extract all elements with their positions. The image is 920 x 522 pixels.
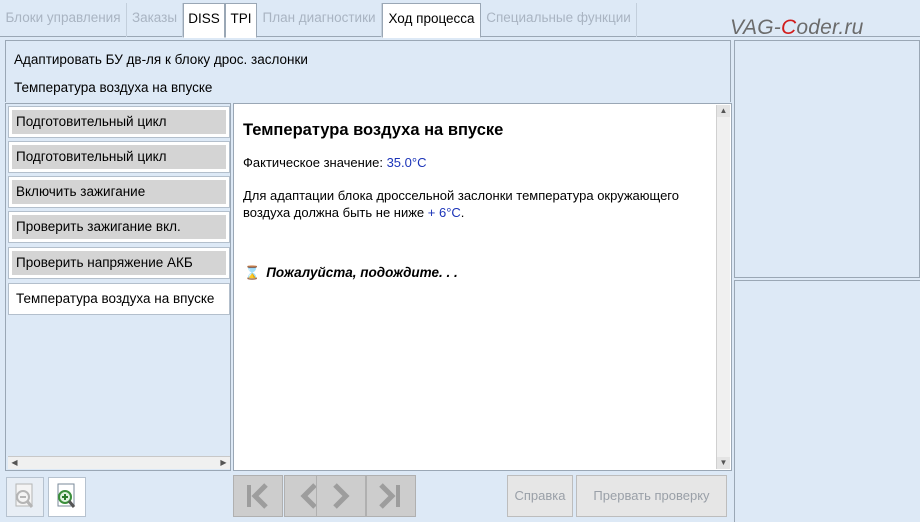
last-step-button[interactable] <box>366 475 416 517</box>
help-button[interactable]: Справка <box>507 475 573 517</box>
zoom-out-icon <box>15 483 34 508</box>
step-item[interactable]: Подготовительный цикл <box>8 141 230 173</box>
first-step-button[interactable] <box>233 475 283 517</box>
procedure-step-title: Температура воздуха на впуске <box>14 80 213 95</box>
instruction-end: . <box>460 205 465 220</box>
procedure-title: Адаптировать БУ дв-ля к блоку дрос. засл… <box>14 52 308 67</box>
right-panel-bottom <box>734 280 920 522</box>
next-step-button[interactable] <box>316 475 366 517</box>
scroll-right-icon[interactable]: ▶ <box>217 457 230 469</box>
step-label: Подготовительный цикл <box>12 145 226 169</box>
step-label: Подготовительный цикл <box>12 110 226 134</box>
watermark: VAG-Coder.ru <box>730 16 864 39</box>
step-item[interactable]: Проверить напряжение АКБ <box>8 247 230 279</box>
scroll-left-icon[interactable]: ◀ <box>8 457 21 469</box>
actual-value-label: Фактическое значение: <box>243 155 387 170</box>
wait-message: ⌛ Пожалуйста, подождите. . . <box>244 265 458 281</box>
zoom-in-button[interactable] <box>48 477 86 517</box>
tab-orders[interactable]: Заказы <box>127 3 183 37</box>
step-content: Температура воздуха на впуске Фактическо… <box>233 103 732 471</box>
actual-value-line: Фактическое значение: 35.0°C <box>243 155 426 170</box>
step-label: Включить зажигание <box>12 180 226 204</box>
first-page-icon <box>247 483 268 509</box>
next-icon <box>333 483 350 509</box>
tab-bar: Блоки управления Заказы DISS TPI План ди… <box>0 0 920 39</box>
step-list: Подготовительный цикл Подготовительный ц… <box>5 103 231 471</box>
tab-process[interactable]: Ход процесса <box>382 3 481 38</box>
bottom-toolbar: Справка Прервать проверку <box>0 472 734 522</box>
content-title: Температура воздуха на впуске <box>243 121 504 139</box>
scroll-up-icon[interactable]: ▲ <box>717 105 730 117</box>
scroll-down-icon[interactable]: ▼ <box>717 457 730 469</box>
tab-diss[interactable]: DISS <box>183 3 225 38</box>
right-panel-top <box>734 40 920 278</box>
min-temperature: + 6°C <box>427 205 461 220</box>
step-label: Проверить напряжение АКБ <box>12 251 226 275</box>
step-item[interactable]: Проверить зажигание вкл. <box>8 211 230 243</box>
zoom-out-button[interactable] <box>6 477 44 517</box>
horizontal-scrollbar[interactable]: ◀ ▶ <box>8 456 230 469</box>
procedure-header: Адаптировать БУ дв-ля к блоку дрос. засл… <box>5 40 731 102</box>
hourglass-icon: ⌛ <box>244 265 261 280</box>
tab-special-functions[interactable]: Специальные функции <box>481 3 637 37</box>
instruction-text: Для адаптации блока дроссельной заслонки… <box>243 187 713 221</box>
tab-tpi[interactable]: TPI <box>225 3 257 38</box>
wait-text: Пожалуйста, подождите. . . <box>266 265 458 280</box>
step-item-current[interactable]: Температура воздуха на впуске <box>8 283 230 315</box>
abort-test-button[interactable]: Прервать проверку <box>576 475 727 517</box>
step-item[interactable]: Включить зажигание <box>8 176 230 208</box>
last-page-icon <box>379 483 400 509</box>
tab-diagnostic-plan[interactable]: План диагностики <box>257 3 382 37</box>
tab-control-units[interactable]: Блоки управления <box>0 3 127 37</box>
step-item[interactable]: Подготовительный цикл <box>8 106 230 138</box>
step-label: Температура воздуха на впуске <box>12 287 226 311</box>
vertical-scrollbar[interactable]: ▲ ▼ <box>716 105 730 469</box>
actual-value: 35.0°C <box>386 155 427 170</box>
zoom-in-icon <box>57 483 76 508</box>
step-label: Проверить зажигание вкл. <box>12 215 226 239</box>
